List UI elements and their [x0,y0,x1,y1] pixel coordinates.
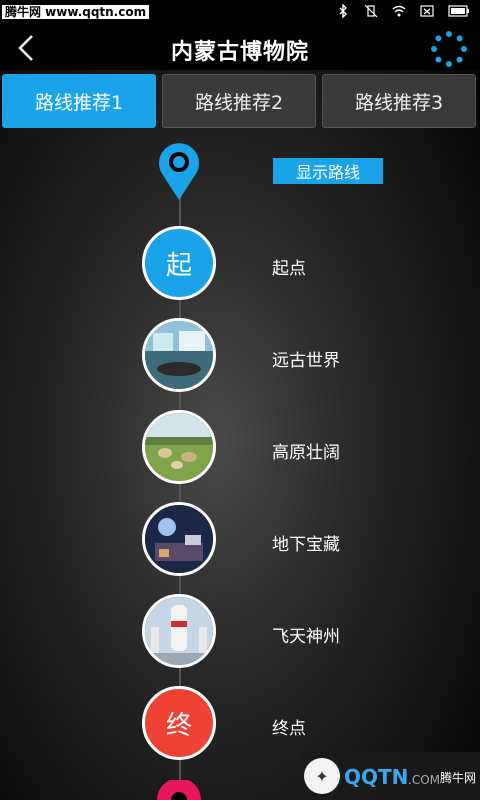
tab-route-2[interactable]: 路线推荐2 [162,74,316,128]
stop-label-underground-treasure: 地下宝藏 [272,535,340,555]
svg-text:✦: ✦ [315,767,328,786]
route-tabs: 路线推荐1 路线推荐2 路线推荐3 [0,74,480,130]
tab-route-1[interactable]: 路线推荐1 [2,74,156,128]
battery-icon [448,5,469,17]
page-title: 内蒙古博物院 [170,40,309,65]
watermark-text: 腾牛网 www.qqtn.com [2,5,150,19]
stop-ancient-world[interactable] [142,318,216,392]
bluetooth-icon [339,4,347,18]
start-char: 起 [165,250,192,281]
stop-flying-china[interactable] [142,594,216,668]
stop-plateau[interactable] [142,410,216,484]
stop-label-start: 起点 [272,259,306,279]
loading-spinner-icon [431,31,467,67]
qqtn-watermark-logo: ✦ QQTN .COM 腾牛网 [300,752,480,800]
no-sim-icon [420,5,434,17]
stop-underground-treasure[interactable] [142,502,216,576]
ancient-world-thumbnail [145,321,213,389]
stop-end[interactable]: 终 [142,686,216,760]
plateau-thumbnail [145,413,213,481]
flying-china-thumbnail [145,597,213,665]
stop-label-plateau: 高原壮阔 [272,443,340,463]
end-pin-icon [157,780,201,800]
svg-text:.COM: .COM [408,773,440,787]
svg-text:QQTN: QQTN [344,765,408,789]
app-header: 内蒙古博物院 [0,26,480,70]
show-route-button[interactable]: 显示路线 [273,158,383,184]
tab-route-3[interactable]: 路线推荐3 [322,74,476,128]
stop-start[interactable]: 起 [142,226,216,300]
svg-text:腾牛网: 腾牛网 [440,770,476,785]
status-bar: 腾牛网 www.qqtn.com [0,0,480,26]
vibrate-off-icon [364,4,378,18]
end-char: 终 [165,710,192,741]
stop-label-flying-china: 飞天神州 [272,627,340,647]
stop-label-ancient-world: 远古世界 [272,351,340,371]
location-pin-icon [159,143,199,200]
underground-treasure-thumbnail [145,505,213,573]
wifi-icon [392,5,406,17]
stop-label-end: 终点 [272,719,306,739]
